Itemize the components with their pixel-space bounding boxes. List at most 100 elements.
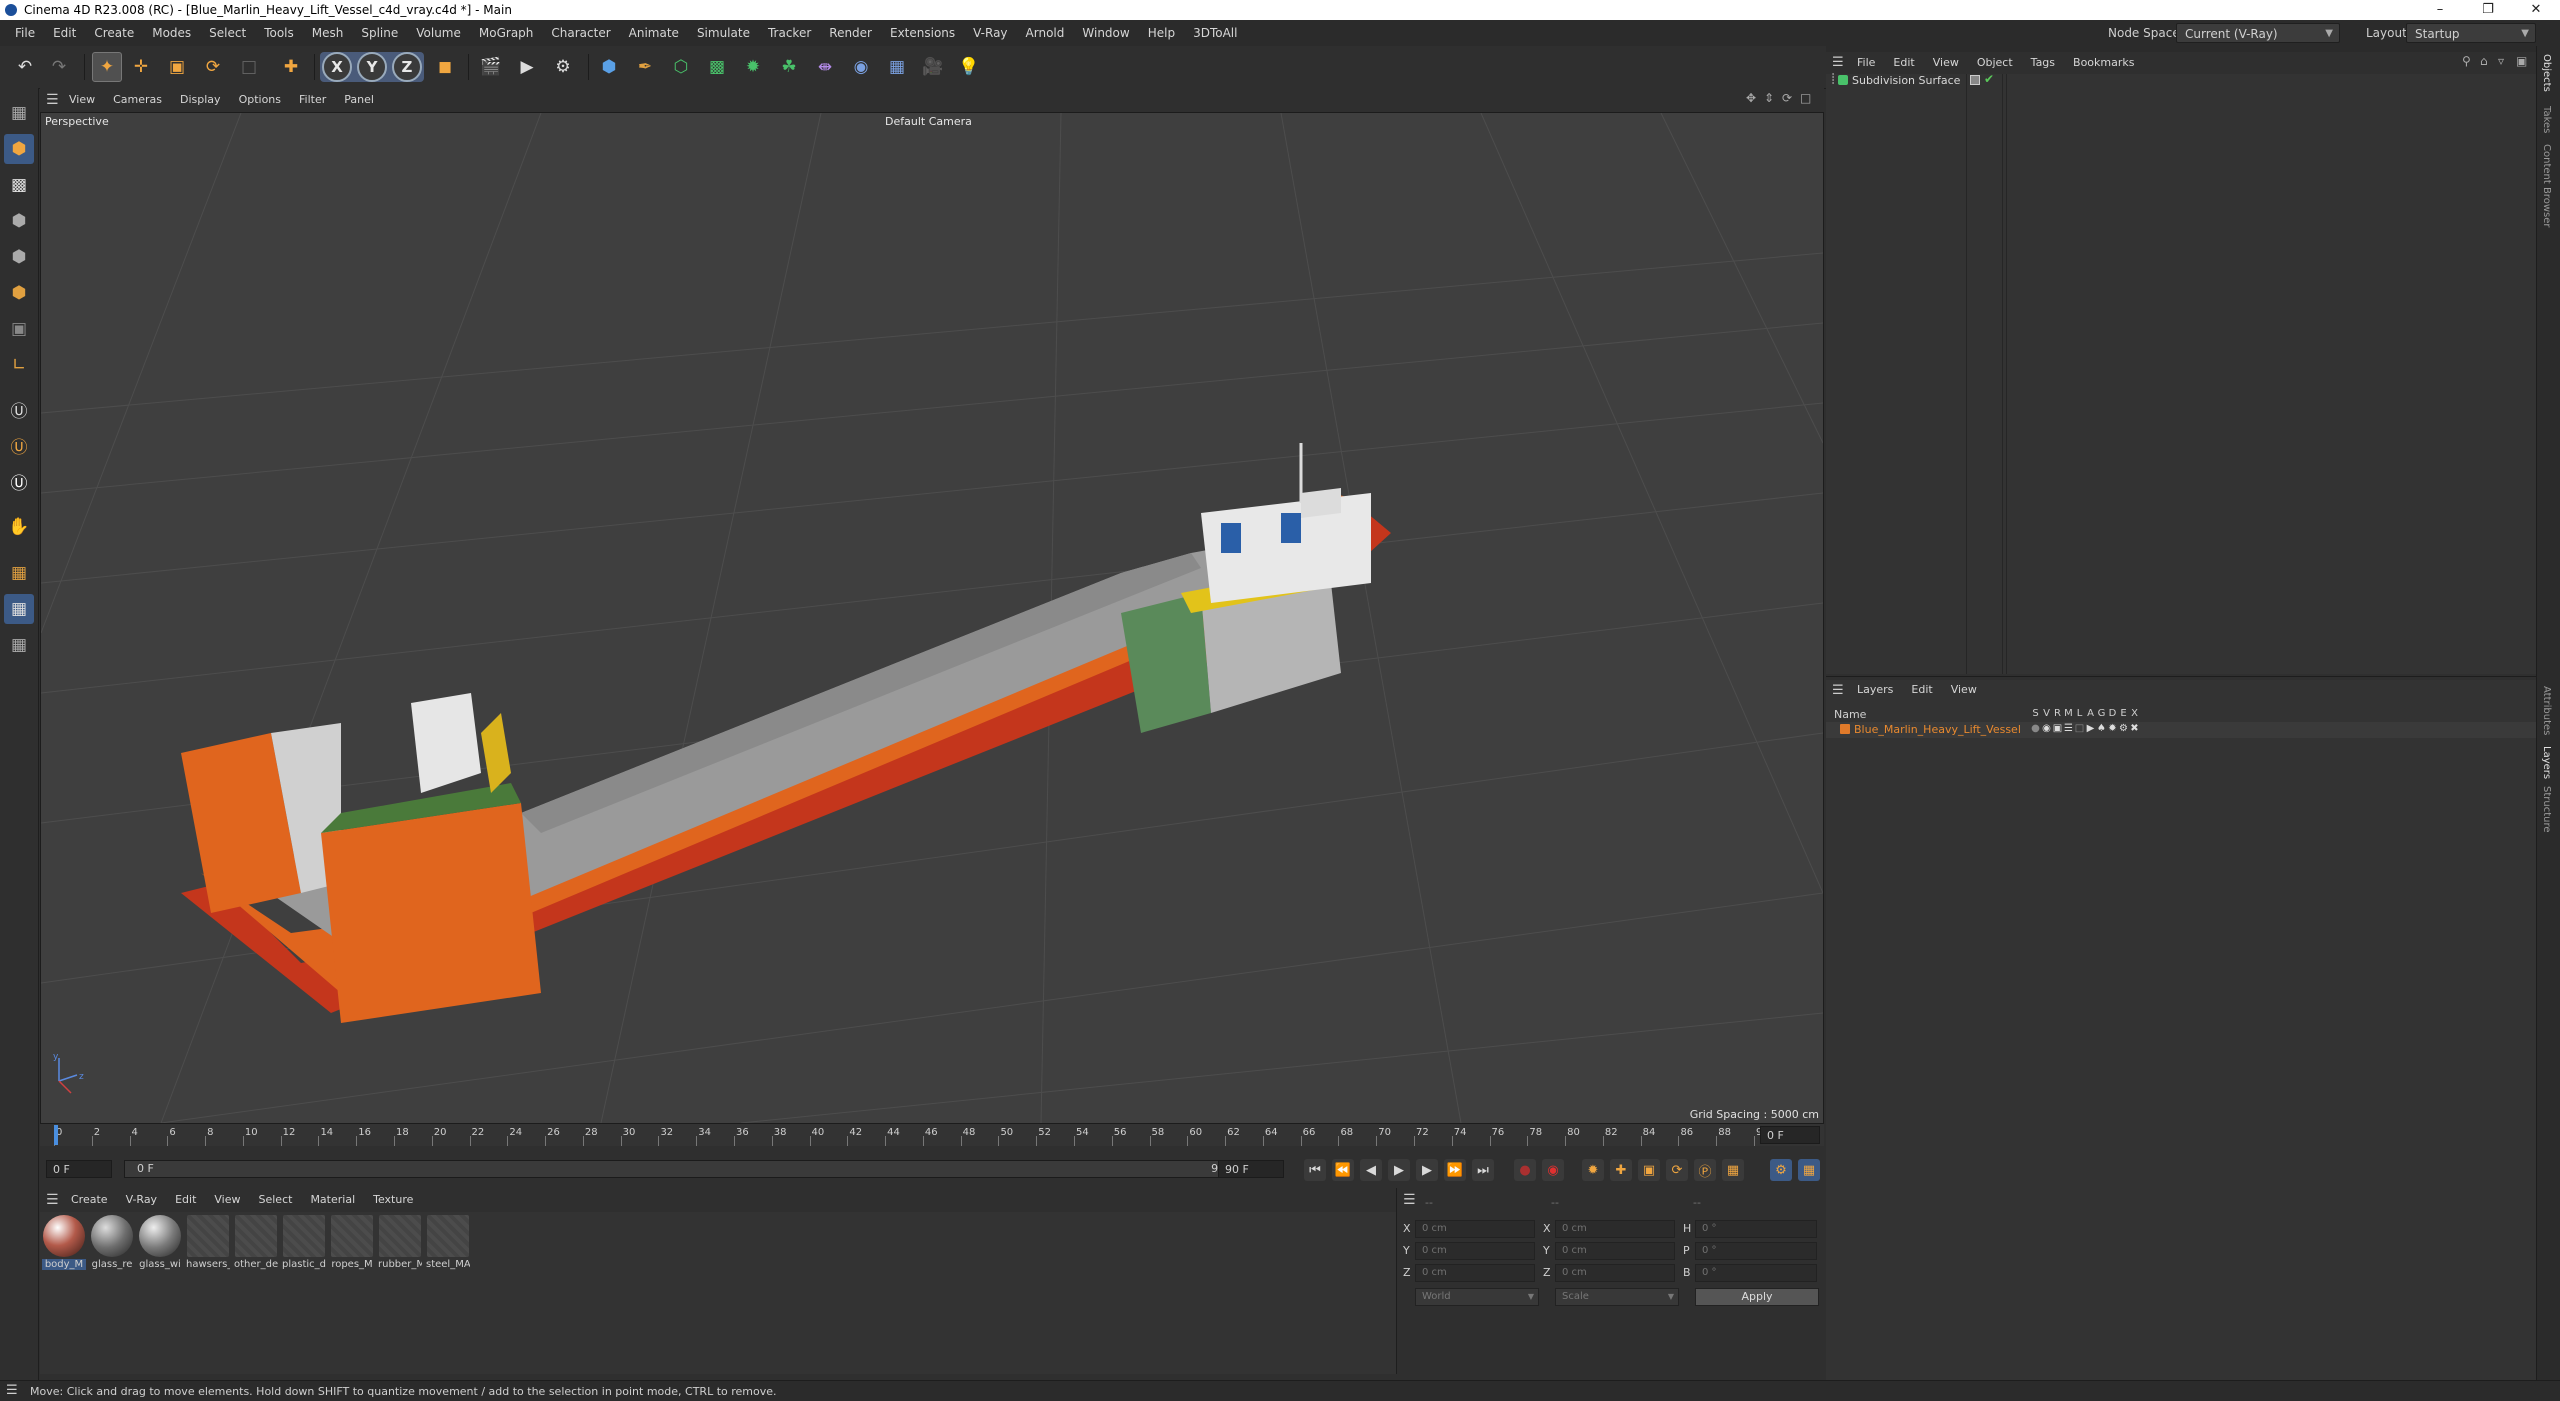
dolly-view-icon[interactable]: ⇕ [1764,91,1774,105]
material-menu-create[interactable]: Create [62,1188,117,1212]
filter-icon[interactable]: ▿ [2498,54,2504,68]
material-swatch[interactable]: body_M [42,1214,86,1274]
hamburger-icon[interactable]: ☰ [1832,683,1844,698]
pos-y-field[interactable]: 0 cm [1415,1242,1535,1260]
material-swatch[interactable]: hawsers_ [186,1214,230,1274]
next-key-icon[interactable]: ⏩ [1444,1159,1466,1181]
move-axis-icon[interactable]: ✚ [276,52,306,82]
hamburger-icon[interactable]: ☰ [46,1192,59,1208]
rot-p-field[interactable]: 0 ° [1695,1242,1817,1260]
3d-viewport[interactable]: Perspective Default Camera y z Grid Spac… [40,112,1824,1124]
end-frame-field[interactable]: 90 F [1218,1160,1284,1178]
menu-modes[interactable]: Modes [143,20,200,46]
quantize-icon[interactable]: Ⓤ [4,466,34,496]
menu-tools[interactable]: Tools [255,20,303,46]
scale-key-icon[interactable]: ▣ [1638,1159,1660,1181]
material-menu-texture[interactable]: Texture [364,1188,422,1212]
render-region-icon[interactable]: 🎬 [476,52,506,82]
autokey-icon[interactable]: ◉ [1542,1159,1564,1181]
motion-clip-icon[interactable]: ⚙ [1770,1159,1792,1181]
size-x-field[interactable]: 0 cm [1555,1220,1675,1238]
coordinate-system-icon[interactable]: ◼ [430,52,460,82]
grid-icon[interactable]: ▦ [4,558,34,588]
menu-select[interactable]: Select [200,20,255,46]
apply-button[interactable]: Apply [1695,1288,1819,1306]
material-menu-material[interactable]: Material [301,1188,364,1212]
render-icon[interactable]: ▣ [2052,723,2063,734]
cube-primitive-icon[interactable]: ⬢ [594,52,624,82]
menu-arnold[interactable]: Arnold [1017,20,1074,46]
scale-tool-icon[interactable]: ▣ [162,52,192,82]
hamburger-icon[interactable]: ☰ [1832,55,1844,70]
layer-row[interactable]: Blue_Marlin_Heavy_Lift_Vessel ● ◉ ▣ ☰ □ … [1826,722,2536,738]
menu-volume[interactable]: Volume [407,20,470,46]
layer-color-swatch[interactable] [1840,724,1850,734]
menu-animate[interactable]: Animate [620,20,688,46]
x-axis-lock-icon[interactable]: X [322,52,352,82]
go-to-end-icon[interactable]: ⏭ [1472,1159,1494,1181]
render-view-icon[interactable]: ▶ [512,52,542,82]
previous-frame-icon[interactable]: ◀ [1360,1159,1382,1181]
snap-settings-icon[interactable]: Ⓤ [4,430,34,460]
field-icon[interactable]: ◉ [846,52,876,82]
tab-content-browser[interactable]: Content Browser [2541,144,2552,227]
timeline-window-icon[interactable]: ▦ [1798,1159,1820,1181]
generator-icon[interactable]: ♠ [2096,723,2107,734]
record-keys-icon[interactable]: ● [1514,1159,1536,1181]
mograph-icon[interactable]: ☘ [774,52,804,82]
edge-mode-icon[interactable]: ⬢ [4,242,34,272]
material-swatch[interactable]: other_de [234,1214,278,1274]
pos-z-field[interactable]: 0 cm [1415,1264,1535,1282]
extrude-generator-icon[interactable]: ▩ [702,52,732,82]
cloner-icon[interactable]: ✹ [738,52,768,82]
menu-spline[interactable]: Spline [352,20,407,46]
material-swatch[interactable]: rubber_M [378,1214,422,1274]
next-frame-icon[interactable]: ▶ [1416,1159,1438,1181]
viewport-menu-options[interactable]: Options [230,88,290,112]
subdivision-surface-icon[interactable]: ⬡ [666,52,696,82]
play-icon[interactable]: ▶ [1388,1159,1410,1181]
polygon-mode-icon[interactable]: ⬢ [4,278,34,308]
deformer-icon[interactable]: ✹ [2107,723,2118,734]
live-selection-icon[interactable]: ✦ [92,52,122,82]
minimize-button[interactable]: – [2420,1,2460,19]
enabled-check-icon[interactable]: ✔ [1984,72,1994,86]
keyframe-selection-icon[interactable]: ✹ [1582,1159,1604,1181]
axis-mode-icon[interactable]: ▣ [4,314,34,344]
size-y-field[interactable]: 0 cm [1555,1242,1675,1260]
visible-eye-icon[interactable]: ◉ [2041,723,2052,734]
material-menu-edit[interactable]: Edit [166,1188,205,1212]
paint-icon[interactable]: ✋ [4,512,34,542]
tab-attributes[interactable]: Attributes [2541,686,2552,735]
viewport-menu-view[interactable]: View [60,88,104,112]
lock-workplane-icon[interactable]: ▦ [4,594,34,624]
go-to-start-icon[interactable]: ⏮ [1304,1159,1326,1181]
menu-help[interactable]: Help [1139,20,1184,46]
rot-b-field[interactable]: 0 ° [1695,1264,1817,1282]
preview-range-slider[interactable]: 0 F 90 F [124,1160,1244,1178]
hamburger-icon[interactable]: ☰ [1403,1192,1416,1208]
menu-file[interactable]: File [6,20,44,46]
pen-spline-icon[interactable]: ✒ [630,52,660,82]
tab-structure[interactable]: Structure [2541,786,2552,833]
camera-icon[interactable]: 🎥 [918,52,948,82]
menu-window[interactable]: Window [1073,20,1138,46]
object-menu-file[interactable]: File [1848,52,1884,74]
rot-h-field[interactable]: 0 ° [1695,1220,1817,1238]
menu-character[interactable]: Character [542,20,619,46]
layer-menu-edit[interactable]: Edit [1902,680,1941,700]
playhead[interactable] [54,1125,58,1145]
rotation-key-icon[interactable]: ⟳ [1666,1159,1688,1181]
light-icon[interactable]: 💡 [954,52,984,82]
move-tool-icon[interactable]: ✛ [126,52,156,82]
layer-menu-layers[interactable]: Layers [1848,680,1902,700]
viewport-menu-cameras[interactable]: Cameras [104,88,171,112]
size-z-field[interactable]: 0 cm [1555,1264,1675,1282]
rotate-tool-icon[interactable]: ⟳ [198,52,228,82]
tab-objects[interactable]: Objects [2541,54,2552,92]
pan-view-icon[interactable]: ✥ [1746,91,1756,105]
hamburger-icon[interactable]: ☰ [46,92,59,108]
xref-icon[interactable]: ✖ [2129,723,2140,734]
model-mode-icon[interactable]: ⬢ [4,134,34,164]
menu-render[interactable]: Render [820,20,881,46]
